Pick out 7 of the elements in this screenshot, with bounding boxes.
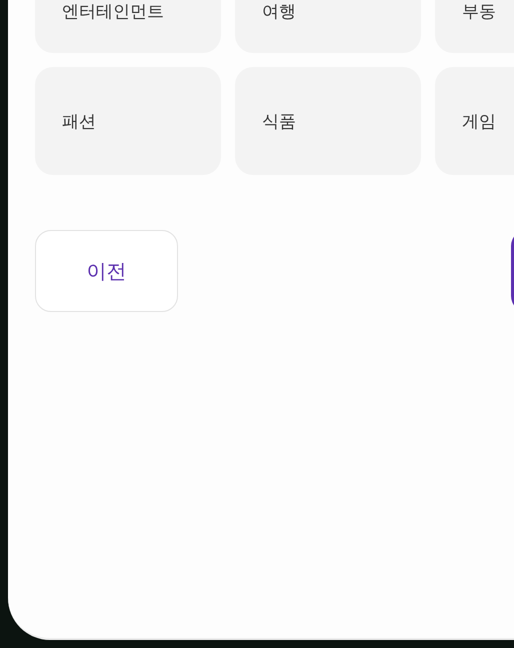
category-card[interactable]: 여행	[235, 0, 421, 53]
category-card[interactable]: 엔터테인먼트	[35, 0, 221, 53]
category-card[interactable]: 패션	[35, 67, 221, 175]
category-card[interactable]: 식품	[235, 67, 421, 175]
category-card[interactable]: 부동	[435, 0, 514, 53]
previous-button[interactable]: 이전	[35, 230, 178, 312]
category-card[interactable]: 게임	[435, 67, 514, 175]
